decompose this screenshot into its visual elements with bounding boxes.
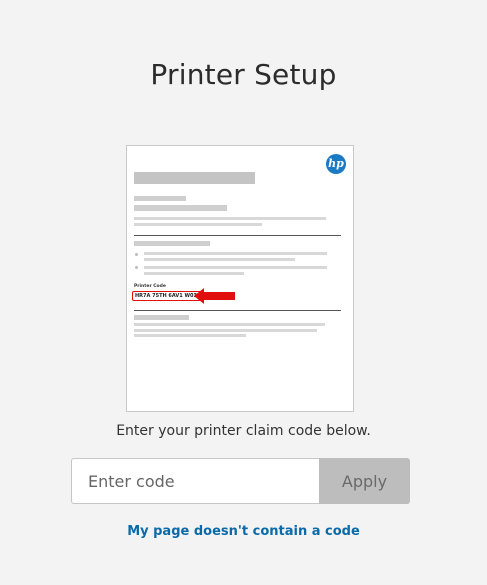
placeholder-line	[134, 196, 186, 201]
printer-page-illustration: hp Printer Code HR7A 75TH 6AV1 W034	[126, 145, 354, 412]
placeholder-line	[134, 205, 227, 211]
placeholder-line	[134, 315, 189, 320]
hp-logo: hp	[326, 154, 346, 174]
claim-code-form: Apply	[71, 458, 410, 504]
placeholder-line	[134, 223, 262, 226]
placeholder-line	[134, 329, 317, 332]
placeholder-line	[144, 266, 327, 269]
claim-code-input[interactable]	[71, 458, 319, 504]
red-arrow-icon	[194, 288, 235, 304]
bullet-dot	[135, 266, 138, 269]
placeholder-heading	[134, 172, 255, 184]
divider	[134, 235, 341, 236]
placeholder-line	[144, 272, 244, 275]
placeholder-line	[134, 323, 325, 326]
placeholder-line	[144, 252, 327, 255]
divider	[134, 310, 341, 311]
bullet-dot	[135, 253, 138, 256]
no-code-link[interactable]: My page doesn't contain a code	[0, 524, 487, 539]
placeholder-line	[144, 258, 295, 261]
placeholder-line	[134, 217, 326, 220]
apply-button[interactable]: Apply	[319, 458, 410, 504]
instruction-text: Enter your printer claim code below.	[116, 423, 371, 439]
page-title: Printer Setup	[150, 58, 337, 91]
printer-code-highlight: HR7A 75TH 6AV1 W034	[132, 291, 204, 301]
printer-code-label: Printer Code	[134, 284, 166, 289]
placeholder-line	[134, 334, 246, 337]
placeholder-line	[134, 241, 210, 246]
